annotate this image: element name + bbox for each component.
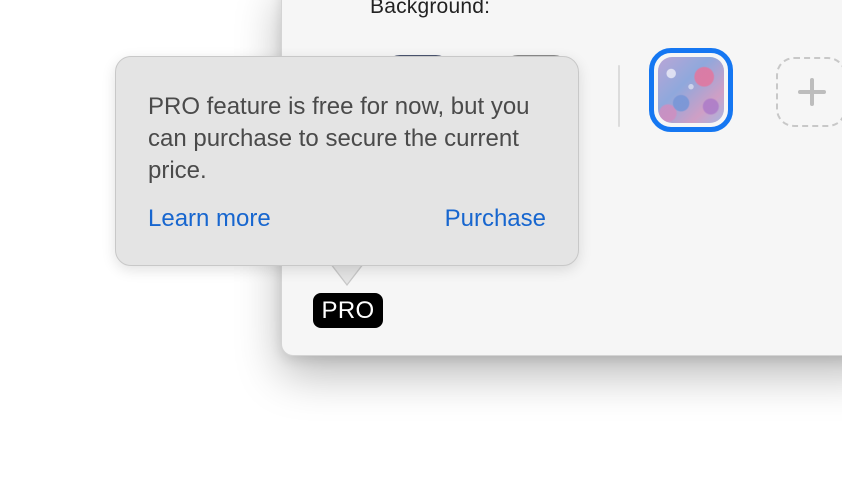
background-label: Background: <box>370 0 491 18</box>
purchase-link[interactable]: Purchase <box>445 203 546 235</box>
popover-message: PRO feature is free for now, but you can… <box>148 93 530 184</box>
marble-texture-swatch[interactable] <box>649 48 733 132</box>
screen: Background: PRO feature is free for now,… <box>0 0 842 502</box>
pro-badge[interactable]: PRO <box>313 293 383 328</box>
marble-texture-image <box>658 57 724 123</box>
popover-arrow <box>331 263 363 284</box>
learn-more-link[interactable]: Learn more <box>148 203 271 235</box>
add-swatch-button[interactable] <box>776 57 842 127</box>
swatch-divider <box>618 65 620 127</box>
pro-info-popover: PRO feature is free for now, but you can… <box>115 56 579 266</box>
